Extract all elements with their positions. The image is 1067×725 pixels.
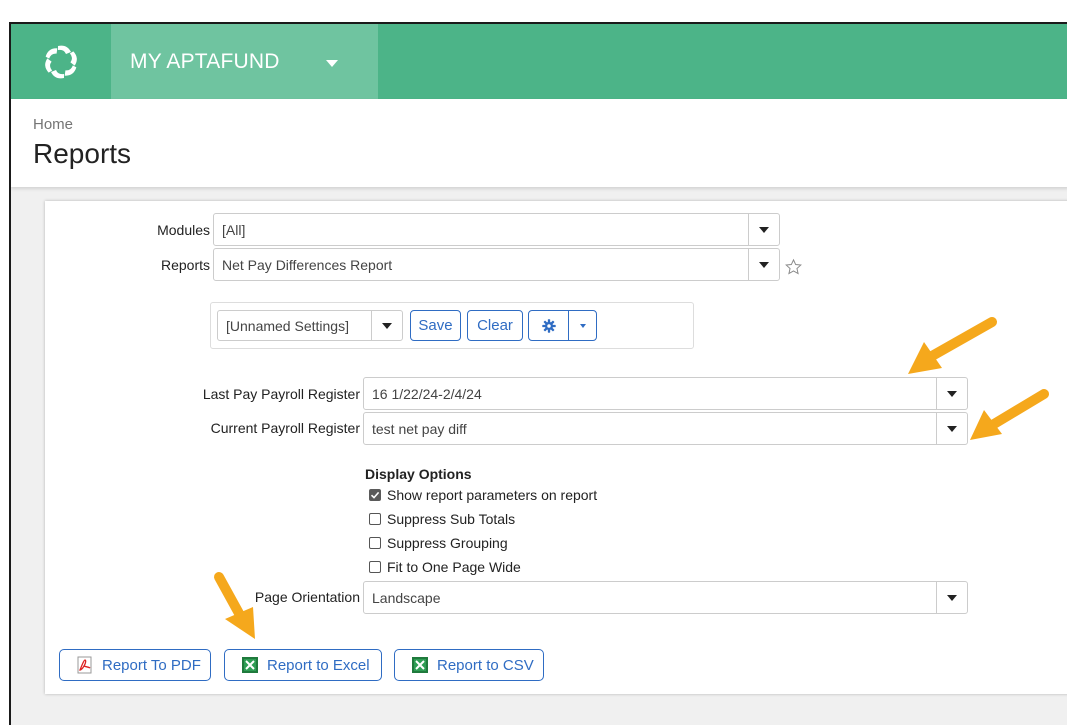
chevron-down-icon	[325, 59, 338, 67]
reports-select[interactable]: Net Pay Differences Report	[213, 248, 780, 281]
app-switcher[interactable]: MY APTAFUND	[111, 24, 378, 99]
page-orientation-dropdown-toggle[interactable]	[936, 582, 967, 613]
gear-menu-toggle[interactable]	[569, 311, 596, 340]
save-settings-button[interactable]: Save	[410, 310, 461, 341]
option-label: Show report parameters on report	[387, 487, 598, 503]
favorite-star-icon[interactable]	[784, 258, 803, 276]
settings-dropdown-toggle[interactable]	[371, 311, 402, 340]
page-header: Home Reports	[11, 99, 1067, 187]
option-suppress-sub-totals[interactable]: Suppress Sub Totals	[369, 511, 515, 527]
page-orientation-value: Landscape	[372, 589, 441, 606]
caret-down-icon	[382, 322, 392, 329]
settings-select-value: [Unnamed Settings]	[226, 317, 349, 334]
caret-down-icon	[947, 425, 957, 432]
last-pay-register-dropdown-toggle[interactable]	[936, 378, 967, 409]
excel-icon	[241, 656, 259, 674]
report-to-csv-button[interactable]: Report to CSV	[394, 649, 544, 681]
clear-settings-button[interactable]: Clear	[467, 310, 523, 341]
modules-select-value: [All]	[222, 221, 246, 238]
checkbox[interactable]	[369, 561, 381, 573]
caret-down-icon	[759, 261, 769, 268]
checkmark-icon	[370, 491, 380, 499]
csv-icon	[411, 656, 429, 674]
report-to-excel-label: Report to Excel	[267, 656, 370, 674]
page-title: Reports	[33, 138, 132, 169]
option-fit-to-one-page[interactable]: Fit to One Page Wide	[369, 559, 521, 575]
caret-down-icon	[947, 390, 957, 397]
report-to-pdf-button[interactable]: Report To PDF	[59, 649, 211, 681]
breadcrumb-home[interactable]: Home	[33, 116, 73, 133]
app-name: MY APTAFUND	[130, 49, 280, 73]
reports-label: Reports	[160, 257, 210, 273]
current-register-value: test net pay diff	[372, 420, 467, 437]
settings-gear-split-button	[528, 310, 597, 341]
modules-dropdown-toggle[interactable]	[748, 214, 779, 245]
caret-down-icon	[947, 594, 957, 601]
last-pay-register-value: 16 1/22/24-2/4/24	[372, 385, 482, 402]
pdf-icon	[76, 656, 94, 674]
settings-select[interactable]: [Unnamed Settings]	[217, 310, 403, 341]
current-register-dropdown-toggle[interactable]	[936, 413, 967, 444]
saved-settings-toolbar: [Unnamed Settings] Save Clear	[210, 302, 694, 349]
aptafund-logo-icon	[45, 45, 77, 78]
gear-button[interactable]	[529, 311, 569, 340]
modules-label: Modules	[157, 222, 210, 238]
display-options-heading: Display Options	[365, 466, 472, 482]
page-orientation-label: Page Orientation	[254, 589, 360, 605]
reports-select-value: Net Pay Differences Report	[222, 256, 393, 273]
modules-select[interactable]: [All]	[213, 213, 780, 246]
option-suppress-grouping[interactable]: Suppress Grouping	[369, 535, 508, 551]
checkbox-checked[interactable]	[369, 489, 381, 501]
option-show-parameters[interactable]: Show report parameters on report	[369, 487, 597, 503]
option-label: Fit to One Page Wide	[387, 559, 521, 575]
option-label: Suppress Sub Totals	[387, 511, 516, 527]
last-pay-register-label: Last Pay Payroll Register	[202, 386, 360, 402]
report-to-csv-label: Report to CSV	[437, 656, 534, 674]
page-orientation-select[interactable]: Landscape	[363, 581, 968, 614]
caret-down-icon	[579, 323, 586, 328]
top-navigation-bar: MY APTAFUND	[11, 24, 1067, 99]
report-options-panel: Modules [All] Reports Net Pay Difference…	[45, 201, 1067, 694]
current-register-label: Current Payroll Register	[210, 420, 360, 436]
option-label: Suppress Grouping	[387, 535, 508, 551]
checkbox[interactable]	[369, 537, 381, 549]
last-pay-register-select[interactable]: 16 1/22/24-2/4/24	[363, 377, 968, 410]
reports-dropdown-toggle[interactable]	[748, 249, 779, 280]
current-register-select[interactable]: test net pay diff	[363, 412, 968, 445]
caret-down-icon	[759, 226, 769, 233]
report-to-excel-button[interactable]: Report to Excel	[224, 649, 382, 681]
checkbox[interactable]	[369, 513, 381, 525]
logo[interactable]	[11, 24, 111, 99]
app-window: MY APTAFUND Home Reports Modules [All] R…	[9, 22, 1067, 725]
report-to-pdf-label: Report To PDF	[102, 656, 201, 674]
gear-icon	[541, 318, 556, 333]
